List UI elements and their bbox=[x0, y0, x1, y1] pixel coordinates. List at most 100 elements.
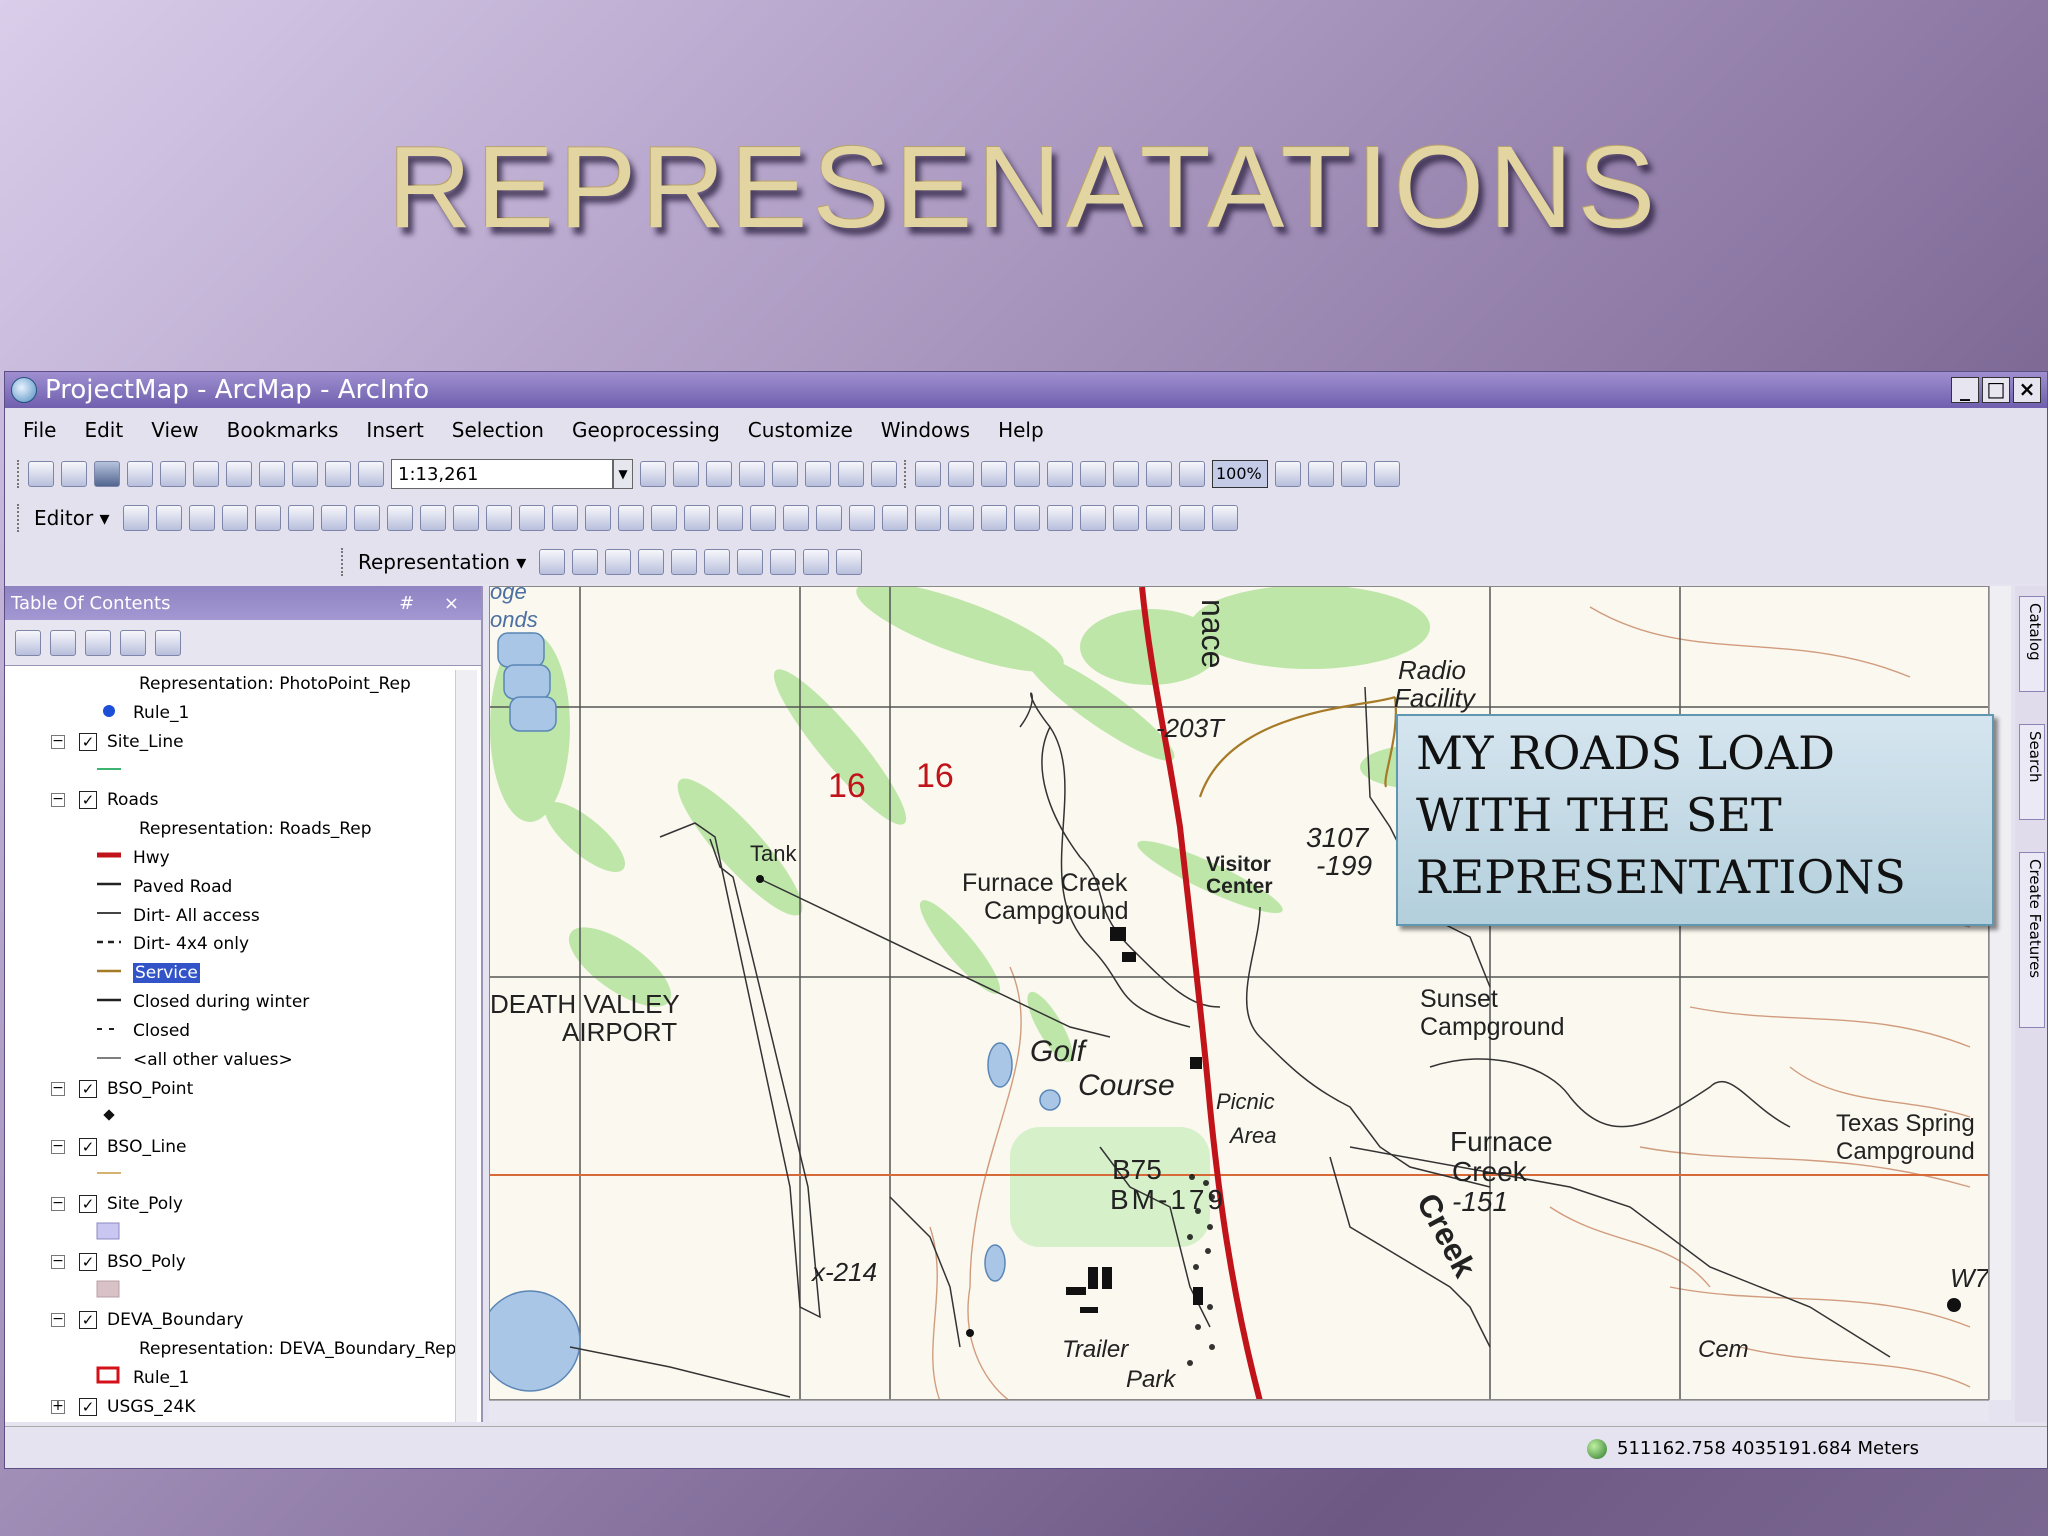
expand-collapse-icon[interactable]: + bbox=[51, 1399, 65, 1414]
toc-symbol-row[interactable] bbox=[5, 1219, 459, 1248]
expand-collapse-icon[interactable]: − bbox=[51, 792, 65, 807]
toc-layer-usgs-24k[interactable]: + ✓ USGS_24K bbox=[5, 1392, 459, 1421]
toc-representation-row[interactable]: Representation: DEVA_Boundary_Rep bbox=[5, 1334, 459, 1363]
toc-scrollbar[interactable] bbox=[455, 670, 477, 1422]
list-by-visibility-icon[interactable] bbox=[85, 629, 111, 656]
edit-tool-icon[interactable] bbox=[122, 505, 149, 531]
list-by-selection-icon[interactable] bbox=[120, 629, 146, 656]
python-icon[interactable] bbox=[805, 461, 831, 487]
toolbar-grip[interactable] bbox=[17, 504, 21, 532]
paste-icon[interactable] bbox=[226, 461, 252, 487]
toc-layer-site-poly[interactable]: − ✓ Site_Poly bbox=[5, 1190, 459, 1219]
previous-extent-icon[interactable] bbox=[1146, 461, 1172, 487]
layer-visibility-checkbox[interactable]: ✓ bbox=[79, 1311, 97, 1330]
full-extent-globe-icon[interactable] bbox=[683, 505, 710, 531]
zoom-out-icon[interactable] bbox=[617, 505, 644, 531]
change-layout-icon[interactable] bbox=[1341, 461, 1367, 487]
direct-select-icon[interactable] bbox=[572, 549, 599, 575]
expand-collapse-icon[interactable]: − bbox=[51, 1312, 65, 1328]
toc-options-icon[interactable] bbox=[155, 629, 181, 656]
fixed-zoom-out-icon[interactable] bbox=[1113, 461, 1139, 487]
copy-icon[interactable] bbox=[193, 461, 219, 487]
title-bar[interactable]: ProjectMap - ArcMap - ArcInfo _ □ × bbox=[5, 372, 2047, 408]
pan-hand-icon[interactable] bbox=[650, 505, 677, 531]
create-features-icon[interactable] bbox=[551, 505, 578, 531]
toc-layer-site-line[interactable]: − ✓ Site_Line bbox=[5, 728, 459, 757]
layout-zoom-in-icon[interactable] bbox=[915, 461, 941, 487]
toc-symbol-row[interactable]: Closed bbox=[5, 1017, 459, 1046]
fixed-zoom-out-map-icon[interactable] bbox=[749, 505, 776, 531]
hyperlink-icon[interactable] bbox=[980, 505, 1007, 531]
menu-geoprocessing[interactable]: Geoprocessing bbox=[570, 418, 722, 442]
html-popup-icon[interactable] bbox=[1013, 505, 1040, 531]
toc-layer-roads[interactable]: − ✓ Roads bbox=[5, 786, 459, 815]
list-by-source-icon[interactable] bbox=[50, 629, 76, 656]
toc-symbol-row[interactable]: Rule_1 bbox=[5, 699, 459, 728]
search-tab[interactable]: Search bbox=[2019, 724, 2045, 820]
toc-symbol-row[interactable]: Service bbox=[5, 959, 459, 988]
minimize-button[interactable]: _ bbox=[1951, 377, 1979, 403]
whats-this-icon[interactable] bbox=[871, 461, 897, 487]
toggle-draft-mode-icon[interactable] bbox=[1275, 461, 1301, 487]
zoom-in-icon[interactable] bbox=[584, 505, 611, 531]
map-vertical-scrollbar[interactable] bbox=[1989, 586, 2011, 1400]
toc-layer-bso-poly[interactable]: − ✓ BSO_Poly bbox=[5, 1248, 459, 1277]
toolbar-grip[interactable] bbox=[341, 548, 345, 576]
expand-collapse-icon[interactable]: − bbox=[51, 1254, 65, 1270]
toc-symbol-row[interactable]: Closed during winter bbox=[5, 988, 459, 1017]
expand-collapse-icon[interactable]: − bbox=[51, 1081, 65, 1096]
back-arrow-icon[interactable] bbox=[782, 505, 809, 531]
rotate-representation-icon[interactable] bbox=[770, 549, 797, 575]
attributes-icon[interactable] bbox=[485, 505, 512, 531]
map-view[interactable]: 16 16 Radio Facility -203T Tank nace Fur… bbox=[489, 586, 1989, 1400]
edit-annotation-icon[interactable] bbox=[155, 505, 182, 531]
layer-visibility-checkbox[interactable]: ✓ bbox=[79, 733, 97, 752]
lasso-select-icon[interactable] bbox=[605, 549, 632, 575]
magnifier-window-icon[interactable] bbox=[1211, 505, 1238, 531]
open-folder-icon[interactable] bbox=[61, 461, 87, 487]
focus-data-frame-icon[interactable] bbox=[1308, 461, 1334, 487]
editor-menu-button[interactable]: Editor ▾ bbox=[28, 506, 116, 530]
catalog-icon[interactable] bbox=[706, 461, 732, 487]
representation-menu-button[interactable]: Representation ▾ bbox=[352, 550, 532, 574]
table-icon[interactable] bbox=[673, 461, 699, 487]
fixed-zoom-in-icon[interactable] bbox=[1080, 461, 1106, 487]
layer-visibility-checkbox[interactable]: ✓ bbox=[79, 791, 97, 809]
toc-symbol-row[interactable]: Dirt- All access bbox=[5, 901, 459, 930]
toc-symbol-row[interactable]: Hwy bbox=[5, 843, 459, 872]
menu-windows[interactable]: Windows bbox=[879, 418, 972, 442]
zoom-100-icon[interactable] bbox=[1047, 461, 1073, 487]
toc-symbol-row[interactable]: Dirt- 4x4 only bbox=[5, 930, 459, 959]
editor-toolbar-icon[interactable] bbox=[640, 461, 666, 487]
toc-symbol-row[interactable]: <all other values> bbox=[5, 1046, 459, 1075]
menu-file[interactable]: File bbox=[21, 418, 58, 442]
delete-icon[interactable] bbox=[259, 461, 285, 487]
erase-icon[interactable] bbox=[737, 549, 764, 575]
find-route-icon[interactable] bbox=[1112, 505, 1139, 531]
menu-edit[interactable]: Edit bbox=[82, 418, 125, 442]
add-data-icon[interactable] bbox=[358, 461, 384, 487]
end-point-arc-icon[interactable] bbox=[221, 505, 248, 531]
time-slider-icon[interactable] bbox=[1178, 505, 1205, 531]
cut-polygons-icon[interactable] bbox=[386, 505, 413, 531]
clear-selection-icon[interactable] bbox=[881, 505, 908, 531]
map-scale-input[interactable]: 1:13,261 bbox=[391, 459, 613, 489]
move-icon[interactable] bbox=[803, 549, 830, 575]
toc-symbol-row[interactable]: Rule_1 bbox=[5, 1363, 459, 1392]
print-icon[interactable] bbox=[127, 461, 153, 487]
toc-symbol-row[interactable] bbox=[5, 1103, 459, 1132]
split-icon[interactable] bbox=[419, 505, 446, 531]
select-elements-icon[interactable] bbox=[914, 505, 941, 531]
toc-layer-deva-boundary[interactable]: − ✓ DEVA_Boundary bbox=[5, 1306, 459, 1335]
expand-collapse-icon[interactable]: − bbox=[51, 1139, 65, 1154]
list-by-drawing-order-icon[interactable] bbox=[15, 629, 41, 656]
layer-visibility-checkbox[interactable]: ✓ bbox=[79, 1253, 97, 1272]
measure-icon[interactable] bbox=[1046, 505, 1073, 531]
expand-collapse-icon[interactable]: − bbox=[51, 734, 65, 750]
search-window-icon[interactable] bbox=[739, 461, 765, 487]
new-document-icon[interactable] bbox=[28, 461, 54, 487]
menu-help[interactable]: Help bbox=[996, 418, 1046, 442]
undo-icon[interactable] bbox=[292, 461, 318, 487]
menu-selection[interactable]: Selection bbox=[450, 418, 546, 442]
go-to-xy-icon[interactable] bbox=[1145, 505, 1172, 531]
